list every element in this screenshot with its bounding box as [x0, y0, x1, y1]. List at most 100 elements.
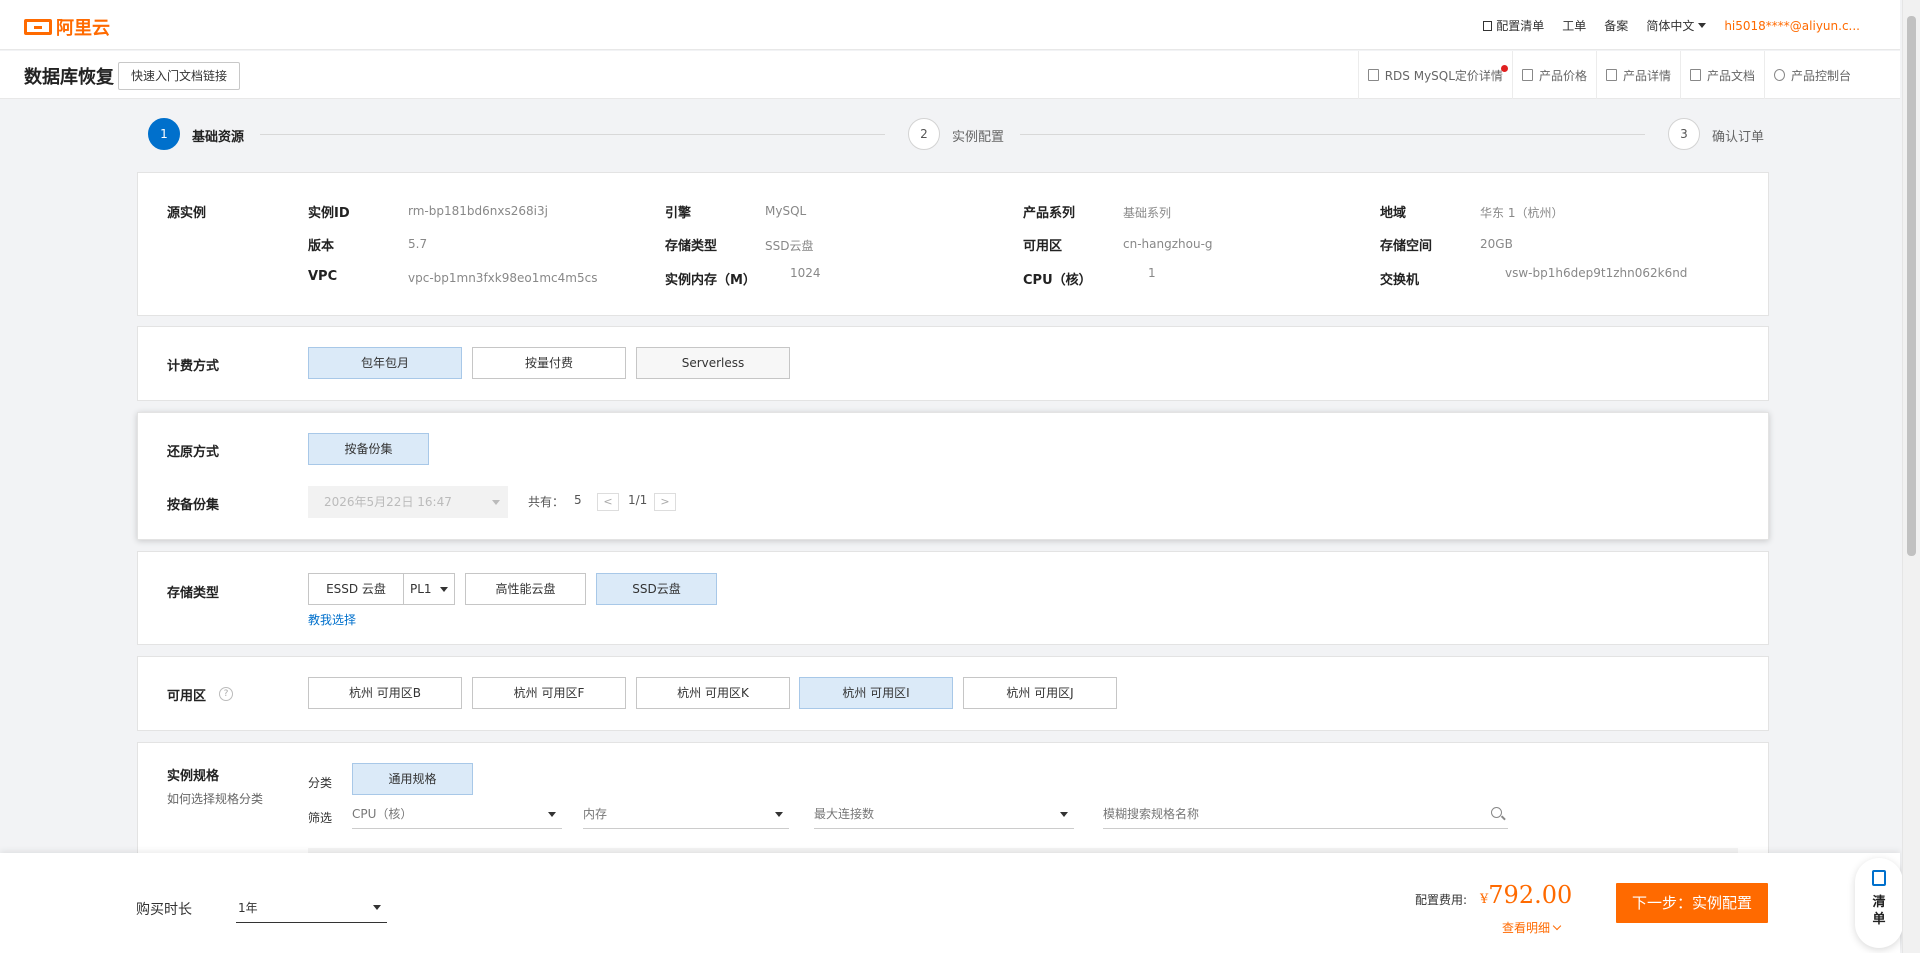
category-general[interactable]: 通用规格 — [352, 763, 473, 795]
next-page-button[interactable]: > — [654, 493, 676, 511]
storage-option-high-performance[interactable]: 高性能云盘 — [465, 573, 586, 605]
chevron-down-icon — [1060, 812, 1068, 817]
memory-filter-select[interactable]: 内存 — [583, 803, 789, 829]
storage-type-card: 存储类型 ESSD 云盘 PL1 高性能云盘 SSD云盘 教我选择 — [137, 551, 1769, 645]
step-connector — [1020, 134, 1645, 135]
storage-type-key: 存储类型 — [665, 239, 718, 254]
purchase-footer: 购买时长 1年 配置费用: ¥792.00 查看明细 下一步：实例配置 — [0, 853, 1900, 953]
top-nav-links: 配置清单 工单 备案 简体中文 hi5018****@aliyun.c... — [1483, 17, 1860, 34]
zone-key: 可用区 — [1023, 239, 1063, 254]
storage-type-title: 存储类型 — [167, 586, 220, 601]
series-value: 基础系列 — [1123, 206, 1172, 220]
search-icon[interactable] — [1491, 807, 1502, 818]
step-3-label: 确认订单 — [1712, 130, 1765, 145]
vswitch-key: 交换机 — [1380, 273, 1420, 288]
page-header: 数据库恢复 快速入门文档链接 RDS MySQL定价详情 产品价格 产品详情 产… — [0, 51, 1900, 99]
view-detail-link[interactable]: 查看明细 — [1502, 919, 1562, 936]
notification-dot — [1500, 65, 1508, 72]
region-value: 华东 1（杭州） — [1480, 206, 1564, 220]
engine-value: MySQL — [765, 204, 807, 218]
chevron-down-icon — [492, 500, 500, 505]
version-value: 5.7 — [408, 237, 428, 251]
spec-help-link[interactable]: 如何选择规格分类 — [167, 790, 263, 807]
zone-option-j[interactable]: 杭州 可用区J — [963, 677, 1117, 709]
billing-option-subscription[interactable]: 包年包月 — [308, 347, 462, 379]
duration-label: 购买时长 — [136, 902, 192, 918]
user-account[interactable]: hi5018****@aliyun.c... — [1724, 17, 1860, 34]
storage-option-ssd[interactable]: SSD云盘 — [596, 573, 717, 605]
external-link-icon — [1367, 69, 1379, 81]
fee-label: 配置费用: — [1415, 893, 1468, 907]
chevron-down-icon — [548, 812, 556, 817]
essd-level-select[interactable]: PL1 — [403, 573, 455, 605]
billing-option-serverless[interactable]: Serverless — [636, 347, 790, 379]
cpu-filter-select[interactable]: CPU（核） — [352, 803, 562, 829]
backup-total-count: 5 — [574, 493, 582, 507]
source-title: 源实例 — [167, 206, 207, 221]
chevron-down-icon — [373, 905, 381, 910]
config-list-link[interactable]: 配置清单 — [1483, 17, 1544, 34]
product-links: RDS MySQL定价详情 产品价格 产品详情 产品文档 产品控制台 — [1357, 51, 1860, 99]
config-list-float-button[interactable]: 清单 — [1855, 858, 1903, 948]
memory-value: 1024 — [790, 266, 821, 280]
scrollbar-thumb[interactable] — [1907, 16, 1916, 556]
aliyun-logo[interactable]: 阿里云 — [24, 14, 110, 40]
filter-label: 筛选 — [308, 811, 333, 825]
zone-option-i[interactable]: 杭州 可用区I — [799, 677, 953, 709]
instance-spec-card: 实例规格 如何选择规格分类 分类 通用规格 筛选 CPU（核） 内存 最大连接数… — [137, 742, 1769, 862]
region-key: 地域 — [1380, 206, 1407, 221]
language-switch[interactable]: 简体中文 — [1646, 17, 1707, 34]
rds-pricing-link[interactable]: RDS MySQL定价详情 — [1357, 51, 1512, 99]
category-label: 分类 — [308, 776, 333, 790]
restore-option-backup-set[interactable]: 按备份集 — [308, 433, 429, 465]
product-detail-link[interactable]: 产品详情 — [1595, 51, 1680, 99]
page-indicator: 1/1 — [628, 493, 648, 507]
list-icon — [1483, 20, 1493, 31]
prev-page-button[interactable]: < — [597, 493, 619, 511]
help-choose-link[interactable]: 教我选择 — [308, 611, 356, 628]
spec-search-input[interactable]: 模糊搜索规格名称 — [1103, 803, 1508, 829]
billing-card: 计费方式 包年包月 按量付费 Serverless — [137, 326, 1769, 401]
instance-id-value: rm-bp181bd6nxs268i3j — [408, 204, 548, 218]
billing-title: 计费方式 — [167, 359, 220, 374]
source-instance-card: 源实例 实例ID rm-bp181bd6nxs268i3j 引擎 MySQL 产… — [137, 172, 1769, 316]
billing-option-pay-as-you-go[interactable]: 按量付费 — [472, 347, 626, 379]
zone-option-k[interactable]: 杭州 可用区K — [636, 677, 790, 709]
storage-option-essd[interactable]: ESSD 云盘 — [308, 573, 404, 605]
step-3-circle: 3 — [1668, 118, 1700, 150]
instance-id-key: 实例ID — [308, 206, 350, 221]
product-console-link[interactable]: 产品控制台 — [1763, 51, 1860, 99]
aliyun-logo-icon — [24, 19, 52, 35]
zone-card: 可用区 ? 杭州 可用区B 杭州 可用区F 杭州 可用区K 杭州 可用区I 杭州… — [137, 656, 1769, 731]
step-2-circle: 2 — [908, 118, 940, 150]
backup-set-title: 按备份集 — [167, 498, 220, 513]
step-1-circle: 1 — [148, 118, 180, 150]
chevron-down-icon — [775, 812, 783, 817]
connection-filter-select[interactable]: 最大连接数 — [814, 803, 1074, 829]
storage-type-value: SSD云盘 — [765, 239, 814, 253]
next-step-button[interactable]: 下一步：实例配置 — [1616, 883, 1768, 923]
quick-start-link-button[interactable]: 快速入门文档链接 — [118, 62, 241, 90]
list-icon — [1872, 870, 1886, 886]
series-key: 产品系列 — [1023, 206, 1076, 221]
duration-select[interactable]: 1年 — [236, 893, 387, 923]
fee-value: ¥792.00 — [1480, 881, 1573, 909]
brand-name: 阿里云 — [56, 18, 110, 39]
restore-title: 还原方式 — [167, 445, 220, 460]
chevron-down-icon — [1698, 23, 1707, 28]
backup-date-select[interactable]: 2026年5月22日 16:47 — [308, 486, 508, 518]
detail-icon — [1605, 69, 1617, 81]
vpc-value: vpc-bp1mn3fxk98eo1mc4m5cs — [408, 271, 598, 285]
restore-card: 还原方式 按备份集 按备份集 2026年5月22日 16:47 共有： 5 < … — [137, 412, 1769, 540]
console-icon — [1773, 69, 1785, 81]
vpc-key: VPC — [308, 269, 338, 284]
zone-option-b[interactable]: 杭州 可用区B — [308, 677, 462, 709]
record-link[interactable]: 备案 — [1604, 17, 1628, 34]
help-icon[interactable]: ? — [219, 687, 233, 701]
page-scrollbar[interactable] — [1902, 0, 1920, 953]
ticket-link[interactable]: 工单 — [1562, 17, 1586, 34]
backup-total-label: 共有： — [528, 495, 565, 509]
product-price-link[interactable]: 产品价格 — [1511, 51, 1596, 99]
zone-option-f[interactable]: 杭州 可用区F — [472, 677, 626, 709]
product-doc-link[interactable]: 产品文档 — [1679, 51, 1764, 99]
